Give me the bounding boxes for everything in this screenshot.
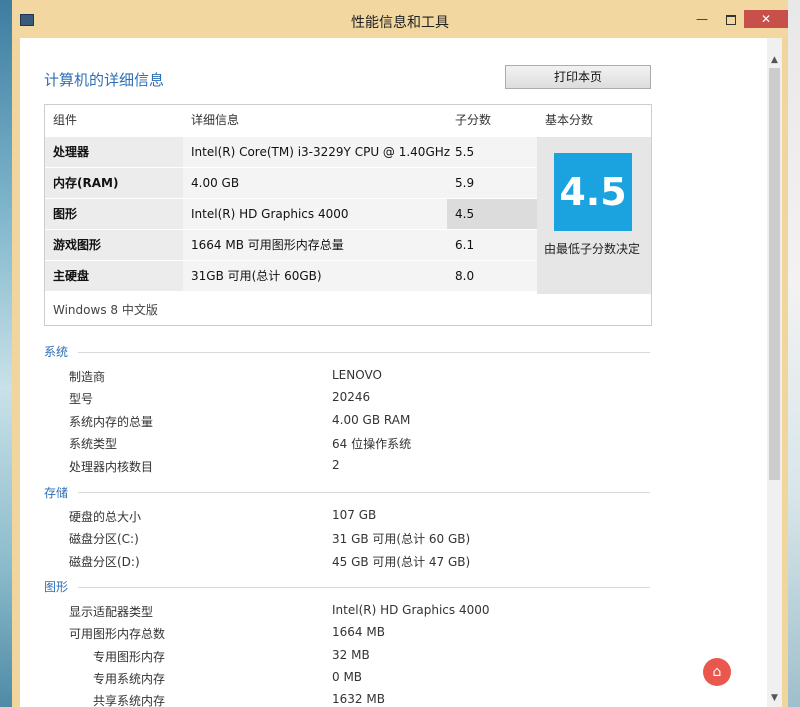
component-name: 游戏图形 bbox=[53, 238, 102, 252]
score-row-primary-disk: 主硬盘 31GB 可用(总计 60GB) 8.0 bbox=[45, 261, 537, 291]
info-label: 系统内存的总量 bbox=[69, 415, 154, 429]
component-name: 主硬盘 bbox=[53, 269, 90, 283]
info-value: 1664 MB bbox=[332, 625, 385, 639]
component-details: 31GB 可用(总计 60GB) bbox=[191, 269, 322, 283]
component-details: 4.00 GB bbox=[191, 176, 240, 190]
section-divider bbox=[78, 352, 650, 353]
info-label: 显示适配器类型 bbox=[69, 605, 154, 619]
info-label: 硬盘的总大小 bbox=[69, 510, 142, 524]
window-title: 性能信息和工具 bbox=[351, 15, 449, 31]
info-value: LENOVO bbox=[332, 368, 382, 382]
page-title: 计算机的详细信息 bbox=[44, 71, 165, 89]
desktop-background-left bbox=[0, 0, 12, 707]
score-row-memory: 内存(RAM) 4.00 GB 5.9 bbox=[45, 168, 537, 198]
base-score-panel: 4.5 由最低子分数决定 bbox=[537, 137, 651, 294]
info-label: 型号 bbox=[69, 392, 94, 406]
base-score-tile: 4.5 bbox=[554, 153, 632, 231]
header-subscore: 子分数 bbox=[455, 113, 492, 127]
maximize-button[interactable] bbox=[718, 10, 744, 28]
title-bar[interactable]: 性能信息和工具 — ✕ bbox=[12, 0, 788, 38]
score-row-graphics: 图形 Intel(R) HD Graphics 4000 4.5 bbox=[45, 199, 537, 229]
info-value: 2 bbox=[332, 458, 340, 472]
info-label: 可用图形内存总数 bbox=[69, 627, 166, 641]
score-table: 组件 详细信息 子分数 基本分数 处理器 Intel(R) Core(TM) i… bbox=[44, 104, 652, 326]
section-title-graphics: 图形 bbox=[44, 580, 69, 594]
info-value: Intel(R) HD Graphics 4000 bbox=[332, 603, 490, 617]
component-name: 图形 bbox=[53, 207, 78, 221]
minimize-button[interactable]: — bbox=[688, 10, 716, 28]
info-label: 专用系统内存 bbox=[93, 672, 166, 686]
info-label: 制造商 bbox=[69, 370, 106, 384]
component-details: Intel(R) HD Graphics 4000 bbox=[191, 207, 349, 221]
component-name: 内存(RAM) bbox=[53, 176, 119, 190]
desktop-background-right bbox=[788, 0, 800, 707]
info-label: 共享系统内存 bbox=[93, 694, 166, 707]
info-value: 1632 MB bbox=[332, 692, 385, 706]
section-title-storage: 存储 bbox=[44, 486, 69, 500]
base-score-caption: 由最低子分数决定 bbox=[544, 242, 641, 256]
info-value: 64 位操作系统 bbox=[332, 437, 412, 451]
info-label: 系统类型 bbox=[69, 437, 118, 451]
info-value: 20246 bbox=[332, 390, 371, 404]
component-subscore: 8.0 bbox=[455, 269, 475, 283]
info-label: 专用图形内存 bbox=[93, 650, 166, 664]
info-label: 磁盘分区(D:) bbox=[69, 555, 140, 569]
close-button[interactable]: ✕ bbox=[744, 10, 788, 28]
section-title-system: 系统 bbox=[44, 345, 69, 359]
component-subscore: 5.9 bbox=[455, 176, 475, 190]
component-subscore: 5.5 bbox=[455, 145, 475, 159]
header-base-score: 基本分数 bbox=[545, 113, 594, 127]
header-component: 组件 bbox=[53, 113, 78, 127]
score-row-processor: 处理器 Intel(R) Core(TM) i3-3229Y CPU @ 1.4… bbox=[45, 137, 537, 167]
component-subscore: 4.5 bbox=[455, 207, 475, 221]
info-value: 31 GB 可用(总计 60 GB) bbox=[332, 532, 471, 546]
component-subscore: 6.1 bbox=[455, 238, 475, 252]
section-divider bbox=[78, 492, 650, 493]
performance-window: 性能信息和工具 — ✕ 计算机的详细信息 打印本页 组件 详细信息 子分数 基本… bbox=[12, 0, 788, 707]
content-area: 计算机的详细信息 打印本页 组件 详细信息 子分数 基本分数 处理器 Intel… bbox=[20, 38, 782, 707]
windows-edition: Windows 8 中文版 bbox=[53, 303, 158, 317]
info-value: 107 GB bbox=[332, 508, 377, 522]
maximize-icon bbox=[726, 14, 736, 25]
vertical-scrollbar[interactable]: ▲ ▼ bbox=[767, 38, 782, 707]
info-value: 4.00 GB RAM bbox=[332, 413, 411, 427]
component-name: 处理器 bbox=[53, 145, 90, 159]
component-details: 1664 MB 可用图形内存总量 bbox=[191, 238, 344, 252]
info-label: 磁盘分区(C:) bbox=[69, 532, 139, 546]
print-page-button[interactable]: 打印本页 bbox=[505, 65, 651, 89]
chevron-down-icon[interactable]: ▼ bbox=[767, 690, 782, 706]
section-divider bbox=[78, 587, 650, 588]
header-details: 详细信息 bbox=[191, 113, 240, 127]
scrollbar-thumb[interactable] bbox=[769, 68, 780, 480]
score-row-gaming-graphics: 游戏图形 1664 MB 可用图形内存总量 6.1 bbox=[45, 230, 537, 260]
chevron-up-icon[interactable]: ▲ bbox=[767, 52, 782, 68]
info-value: 32 MB bbox=[332, 648, 370, 662]
info-value: 0 MB bbox=[332, 670, 363, 684]
info-value: 45 GB 可用(总计 47 GB) bbox=[332, 555, 471, 569]
info-label: 处理器内核数目 bbox=[69, 460, 154, 474]
component-details: Intel(R) Core(TM) i3-3229Y CPU @ 1.40GHz bbox=[191, 145, 451, 159]
watermark-logo: ⌂ bbox=[703, 658, 731, 686]
